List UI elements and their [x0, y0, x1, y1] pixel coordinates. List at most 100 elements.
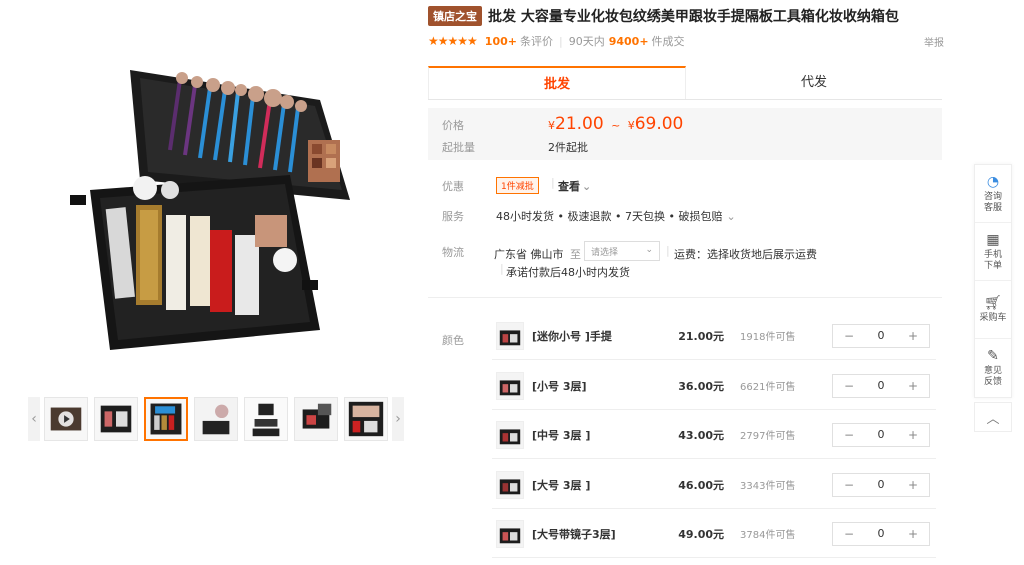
quantity-stepper: −0 +: [832, 472, 930, 497]
quantity-stepper: −0 +: [832, 373, 930, 398]
sku-thumbnail[interactable]: [496, 519, 524, 548]
sku-color-label: 颜色: [442, 334, 464, 347]
quantity-input[interactable]: 0: [865, 325, 897, 347]
thumb-prev-button[interactable]: ‹: [28, 397, 40, 441]
mobile-order-button[interactable]: ▦ 手机下单: [975, 223, 1011, 281]
thumbnail[interactable]: [344, 397, 388, 441]
service-label: 服务: [442, 210, 464, 223]
review-count[interactable]: 100+: [485, 35, 517, 48]
thumbnail[interactable]: [194, 397, 238, 441]
decrement-button[interactable]: −: [833, 523, 865, 545]
tab-wholesale[interactable]: 批发: [428, 66, 686, 99]
price-low: 21.00: [555, 114, 604, 134]
sku-stock: 1918件可售: [740, 332, 796, 343]
thumbnail-selected[interactable]: [144, 397, 188, 441]
sku-price: 43.00元: [678, 428, 724, 442]
thumbnail-strip: ‹ ›: [28, 394, 412, 444]
sku-row: [大号 3层 ] 46.00元 3343件可售 −0 +: [492, 461, 936, 509]
price-range-sep: ~: [611, 119, 621, 132]
chevron-up-icon: ︿: [986, 411, 1000, 427]
sold-count: 9400+: [608, 34, 649, 48]
quantity-stepper: −0 +: [832, 521, 930, 546]
sold-label: 件成交: [651, 35, 685, 48]
sku-thumbnail[interactable]: [496, 420, 524, 449]
decrement-button[interactable]: −: [833, 424, 865, 446]
quantity-stepper: −0 +: [832, 422, 930, 447]
chevron-left-icon: ‹: [31, 411, 37, 427]
sku-thumbnail[interactable]: [496, 321, 524, 350]
ship-promise: 承诺付款后48小时内发货: [506, 266, 630, 279]
period-label: 90天内: [568, 35, 605, 48]
sku-stock: 2797件可售: [740, 431, 796, 442]
sku-price: 36.00元: [678, 379, 724, 393]
product-title: 批发 大容量专业化妆包纹绣美甲跟妆手提隔板工具箱化妆收纳箱包: [488, 9, 899, 25]
increment-button[interactable]: +: [897, 523, 929, 545]
review-label[interactable]: 条评价: [520, 33, 553, 49]
qrcode-icon: ▦: [986, 231, 1000, 248]
rating-row: ★★★★★ 100+ 条评价 | 90天内 9400+ 件成交 举报: [428, 33, 944, 49]
sku-stock: 3343件可售: [740, 481, 796, 492]
thumbnail[interactable]: [244, 397, 288, 441]
tab-dropship[interactable]: 代发: [686, 66, 942, 99]
service-value[interactable]: 48小时发货 • 极速退款 • 7天包换 • 破损包赔 ⌄: [496, 208, 736, 224]
decrement-button[interactable]: −: [833, 325, 865, 347]
decrement-button[interactable]: −: [833, 375, 865, 397]
chevron-down-icon: ⌄: [726, 210, 736, 223]
feedback-button[interactable]: ✎ 意见反馈: [975, 339, 1011, 397]
title-row: 镇店之宝 批发 大容量专业化妆包纹绣美甲跟妆手提隔板工具箱化妆收纳箱包: [428, 6, 948, 26]
sku-name: [大号 3层 ]: [532, 478, 591, 492]
quantity-input[interactable]: 0: [865, 523, 897, 545]
thumbnail[interactable]: [94, 397, 138, 441]
report-link[interactable]: 举报: [924, 34, 944, 49]
sku-name: [大号带镜子3层]: [532, 527, 616, 541]
sku-row: [迷你小号 ]手提 21.00元 1918件可售 −0 +: [492, 312, 936, 360]
sku-thumbnail[interactable]: [496, 470, 524, 499]
sku-thumbnail[interactable]: [496, 371, 524, 400]
quantity-stepper: −0 +: [832, 323, 930, 348]
moq-label: 起批量: [442, 141, 475, 154]
destination-select[interactable]: 请选择 ⌄: [584, 241, 660, 261]
purchase-cart-button[interactable]: 🛒︎ 采购车: [975, 281, 1011, 339]
quantity-input[interactable]: 0: [865, 424, 897, 446]
increment-button[interactable]: +: [897, 375, 929, 397]
sku-name: [迷你小号 ]手提: [532, 329, 612, 343]
sku-price: 49.00元: [678, 527, 724, 541]
increment-button[interactable]: +: [897, 325, 929, 347]
thumbnail-list: [44, 397, 388, 441]
quantity-input[interactable]: 0: [865, 474, 897, 496]
shop-badge: 镇店之宝: [428, 6, 482, 26]
ship-origin: 广东省 佛山市: [494, 248, 564, 261]
purchase-mode-tabs: 批发 代发: [428, 66, 942, 100]
decrement-button[interactable]: −: [833, 474, 865, 496]
thumbnail[interactable]: [44, 397, 88, 441]
promo-view-link[interactable]: 查看 ⌄: [558, 178, 591, 194]
thumbnail[interactable]: [294, 397, 338, 441]
sku-row: [小号 3层] 36.00元 6621件可售 −0 +: [492, 362, 936, 410]
price-label: 价格: [442, 119, 464, 132]
chevron-down-icon: ⌄: [645, 245, 653, 255]
sku-price: 46.00元: [678, 478, 724, 492]
currency-symbol: ¥: [627, 119, 635, 132]
promo-label: 优惠: [442, 180, 464, 193]
back-to-top-button[interactable]: ︿: [974, 402, 1012, 432]
sku-stock: 3784件可售: [740, 530, 796, 541]
price-range: ¥21.00 ~ ¥69.00: [548, 114, 683, 134]
feedback-icon: ✎: [987, 348, 999, 364]
moq-value: 2件起批: [548, 141, 588, 154]
sku-row: [大号带镜子3层] 49.00元 3784件可售 −0 +: [492, 510, 936, 558]
chat-icon: ◔: [986, 173, 1000, 190]
chevron-right-icon: ›: [395, 411, 401, 427]
thumb-next-button[interactable]: ›: [392, 397, 404, 441]
sku-stock: 6621件可售: [740, 382, 796, 393]
logistics-label: 物流: [442, 246, 464, 259]
quantity-input[interactable]: 0: [865, 375, 897, 397]
ship-to-label: 至: [570, 248, 581, 261]
chevron-down-icon: ⌄: [582, 180, 592, 193]
video-thumbnail-icon: [50, 407, 82, 431]
increment-button[interactable]: +: [897, 474, 929, 496]
cart-icon: 🛒︎: [984, 295, 1002, 311]
sku-name: [小号 3层]: [532, 379, 587, 393]
price-box: 价格 ¥21.00 ~ ¥69.00 起批量 2件起批: [428, 108, 942, 160]
customer-service-button[interactable]: ◔ 咨询客服: [975, 165, 1011, 223]
increment-button[interactable]: +: [897, 424, 929, 446]
